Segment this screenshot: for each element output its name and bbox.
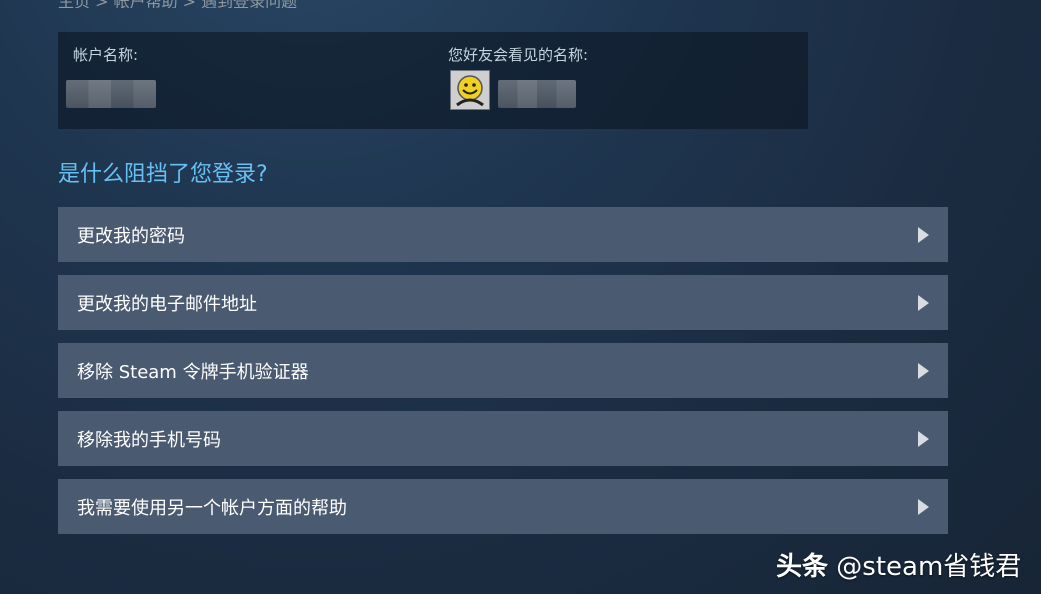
triangle-right-icon [918,498,929,515]
option-other-account-help[interactable]: 我需要使用另一个帐户方面的帮助 [58,479,948,534]
account-name-redacted [66,80,156,108]
breadcrumb[interactable]: 主页 > 帐户帮助 > 遇到登录问题 [58,0,297,8]
watermark-brand: 头条 [776,552,829,582]
avatar [450,70,490,110]
triangle-right-icon [918,430,929,447]
option-label: 移除我的手机号码 [77,429,221,451]
option-change-password[interactable]: 更改我的密码 [58,207,948,262]
option-label: 更改我的电子邮件地址 [77,293,257,315]
triangle-right-icon [918,294,929,311]
watermark-handle: @steam省钱君 [836,552,1022,582]
help-options-list: 更改我的密码 更改我的电子邮件地址 移除 Steam 令牌手机验证器 移除我的手… [58,207,948,547]
option-remove-phone-number[interactable]: 移除我的手机号码 [58,411,948,466]
option-remove-steam-guard[interactable]: 移除 Steam 令牌手机验证器 [58,343,948,398]
account-info-panel: 帐户名称: 您好友会看见的名称: [58,32,808,129]
account-name-label: 帐户名称: [73,46,139,64]
watermark: 头条 @steam省钱君 [776,546,1021,583]
avatar-image-icon [451,71,489,109]
triangle-right-icon [918,226,929,243]
friends-display-name-label: 您好友会看见的名称: [448,46,589,64]
help-question-heading: 是什么阻挡了您登录? [58,162,268,187]
friends-display-name-redacted [498,80,576,108]
option-label: 我需要使用另一个帐户方面的帮助 [77,497,347,519]
option-change-email[interactable]: 更改我的电子邮件地址 [58,275,948,330]
triangle-right-icon [918,362,929,379]
option-label: 移除 Steam 令牌手机验证器 [77,361,309,383]
option-label: 更改我的密码 [77,225,185,247]
